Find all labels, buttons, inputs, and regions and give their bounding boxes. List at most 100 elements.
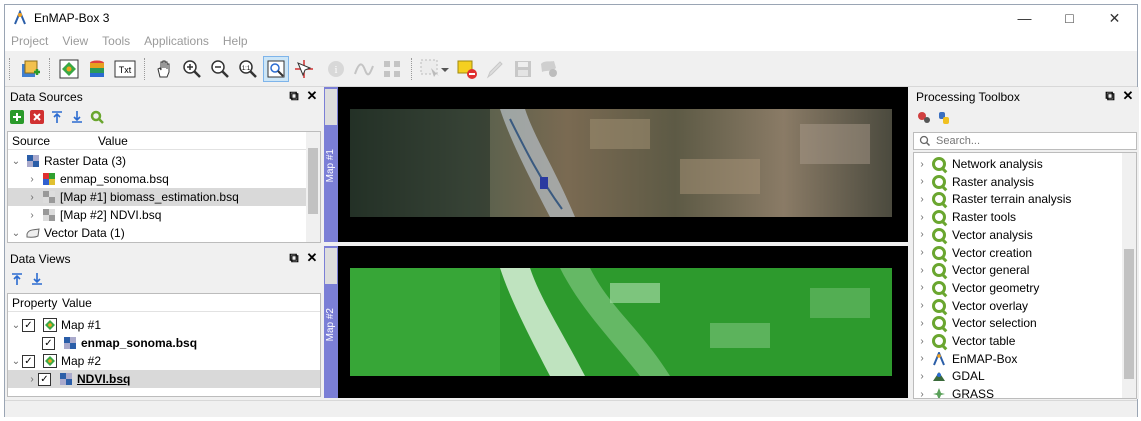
zoom-native-icon[interactable]: 1:1: [235, 56, 261, 82]
collapse-all-icon[interactable]: [50, 110, 64, 124]
map1-canvas[interactable]: [338, 87, 908, 242]
chevron-right-icon[interactable]: ›: [916, 229, 928, 240]
chevron-right-icon[interactable]: ›: [916, 212, 928, 223]
open-map-icon[interactable]: [56, 56, 82, 82]
raster-group-row[interactable]: ⌄ Raster Data (3): [10, 152, 126, 170]
search-input[interactable]: Search...: [913, 132, 1137, 150]
processing-item[interactable]: › Network analysis: [916, 155, 1043, 173]
scrollbar[interactable]: [1122, 153, 1136, 398]
maximize-button[interactable]: □: [1047, 5, 1092, 31]
crosshair-icon[interactable]: [291, 56, 317, 82]
processing-item[interactable]: › EnMAP-Box: [916, 350, 1017, 368]
chevron-right-icon[interactable]: ›: [916, 265, 928, 276]
chevron-right-icon[interactable]: ›: [916, 353, 928, 364]
processing-item[interactable]: › Vector overlay: [916, 297, 1028, 315]
chevron-down-icon[interactable]: ⌄: [10, 156, 22, 167]
layer-checkbox[interactable]: ✓: [38, 372, 51, 386]
chevron-right-icon[interactable]: ›: [916, 159, 928, 170]
open-text-icon[interactable]: Txt: [112, 56, 138, 82]
menu-tools[interactable]: Tools: [102, 34, 130, 48]
map2-layer-row[interactable]: › ✓ NDVI.bsq: [8, 370, 320, 388]
raster-row[interactable]: › enmap_sonoma.bsq: [26, 170, 168, 188]
layer-checkbox[interactable]: ✓: [42, 336, 55, 350]
chevron-right-icon[interactable]: ›: [26, 374, 38, 385]
processing-item[interactable]: › GRASS: [916, 385, 994, 398]
chevron-down-icon[interactable]: ⌄: [10, 228, 22, 239]
float-dock-icon[interactable]: ⧉: [1103, 88, 1117, 103]
select-dropdown-icon[interactable]: [439, 56, 451, 82]
chevron-right-icon[interactable]: ›: [916, 336, 928, 347]
processing-item[interactable]: › Vector analysis: [916, 226, 1033, 244]
float-dock-icon[interactable]: ⧉: [287, 88, 301, 103]
chevron-right-icon[interactable]: ›: [26, 192, 38, 203]
float-dock-icon[interactable]: ⧉: [287, 250, 301, 265]
add-source-icon[interactable]: [10, 110, 24, 124]
map1-dock-handle[interactable]: Map #1: [324, 87, 338, 242]
enmap-logo-icon: [14, 10, 26, 25]
map2-dock-handle[interactable]: Map #2: [324, 246, 338, 398]
collapse-all-icon[interactable]: [10, 272, 24, 286]
spectral-profile-icon[interactable]: [351, 56, 377, 82]
chevron-right-icon[interactable]: ›: [916, 318, 928, 329]
raster-row[interactable]: › [Map #2] NDVI.bsq: [26, 206, 161, 224]
scrollbar[interactable]: [306, 132, 320, 242]
raster-row-selected[interactable]: › [Map #1] biomass_estimation.bsq: [8, 188, 306, 206]
menu-help[interactable]: Help: [223, 34, 248, 48]
vector-group-row[interactable]: ⌄ Vector Data (1): [10, 224, 125, 242]
close-dock-icon[interactable]: ✕: [305, 88, 319, 103]
close-window-button[interactable]: ✕: [1092, 5, 1137, 31]
edit-icon[interactable]: [482, 56, 508, 82]
processing-item[interactable]: › Vector general: [916, 261, 1029, 279]
pan-icon[interactable]: [151, 56, 177, 82]
chevron-right-icon[interactable]: ›: [916, 282, 928, 293]
processing-icon[interactable]: [90, 110, 104, 124]
processing-item[interactable]: › Raster analysis: [916, 173, 1034, 191]
processing-item[interactable]: › Vector table: [916, 332, 1015, 350]
processing-item[interactable]: › Vector selection: [916, 314, 1037, 332]
expand-all-icon[interactable]: [70, 110, 84, 124]
chevron-right-icon[interactable]: ›: [916, 371, 928, 382]
map2-checkbox[interactable]: ✓: [22, 354, 35, 368]
identify-icon[interactable]: i: [323, 56, 349, 82]
chevron-right-icon[interactable]: ›: [26, 210, 38, 221]
menu-view[interactable]: View: [62, 34, 88, 48]
menu-project[interactable]: Project: [11, 34, 48, 48]
menu-applications[interactable]: Applications: [144, 34, 209, 48]
remove-source-icon[interactable]: [30, 110, 44, 124]
models-icon[interactable]: [917, 111, 931, 125]
chevron-right-icon[interactable]: ›: [916, 300, 928, 311]
map1-checkbox[interactable]: ✓: [22, 318, 35, 332]
processing-item-label: Vector geometry: [952, 280, 1040, 295]
map1-row[interactable]: ⌄ ✓ Map #1: [10, 316, 101, 334]
map1-layer-row[interactable]: ✓ enmap_sonoma.bsq: [42, 334, 197, 352]
zoom-full-icon[interactable]: [263, 56, 289, 82]
chevron-down-icon[interactable]: ⌄: [10, 356, 22, 367]
open-speclib-icon[interactable]: [84, 56, 110, 82]
processing-item[interactable]: › Raster tools: [916, 208, 1016, 226]
add-feature-icon[interactable]: [536, 56, 562, 82]
save-edits-icon[interactable]: [510, 56, 536, 82]
close-dock-icon[interactable]: ✕: [1121, 88, 1135, 103]
chevron-right-icon[interactable]: ›: [916, 194, 928, 205]
chevron-right-icon[interactable]: ›: [916, 176, 928, 187]
location-icon[interactable]: [379, 56, 405, 82]
zoom-in-icon[interactable]: [179, 56, 205, 82]
add-data-icon[interactable]: [17, 56, 43, 82]
processing-item[interactable]: › Vector creation: [916, 244, 1032, 262]
expand-all-icon[interactable]: [30, 272, 44, 286]
deselect-icon[interactable]: [454, 56, 480, 82]
map2-canvas[interactable]: [338, 246, 908, 398]
processing-item[interactable]: › GDAL: [916, 367, 984, 385]
close-dock-icon[interactable]: ✕: [305, 250, 319, 265]
chevron-down-icon[interactable]: ⌄: [10, 320, 22, 331]
minimize-button[interactable]: —: [1002, 5, 1047, 31]
processing-item[interactable]: › Vector geometry: [916, 279, 1039, 297]
chevron-right-icon[interactable]: ›: [26, 174, 38, 185]
chevron-right-icon[interactable]: ›: [916, 389, 928, 398]
map2-row[interactable]: ⌄ ✓ Map #2: [10, 352, 101, 370]
zoom-out-icon[interactable]: [207, 56, 233, 82]
python-icon[interactable]: [937, 111, 951, 125]
processing-item[interactable]: › Raster terrain analysis: [916, 190, 1071, 208]
chevron-right-icon[interactable]: ›: [916, 247, 928, 258]
gdal-provider-icon: [933, 372, 945, 382]
